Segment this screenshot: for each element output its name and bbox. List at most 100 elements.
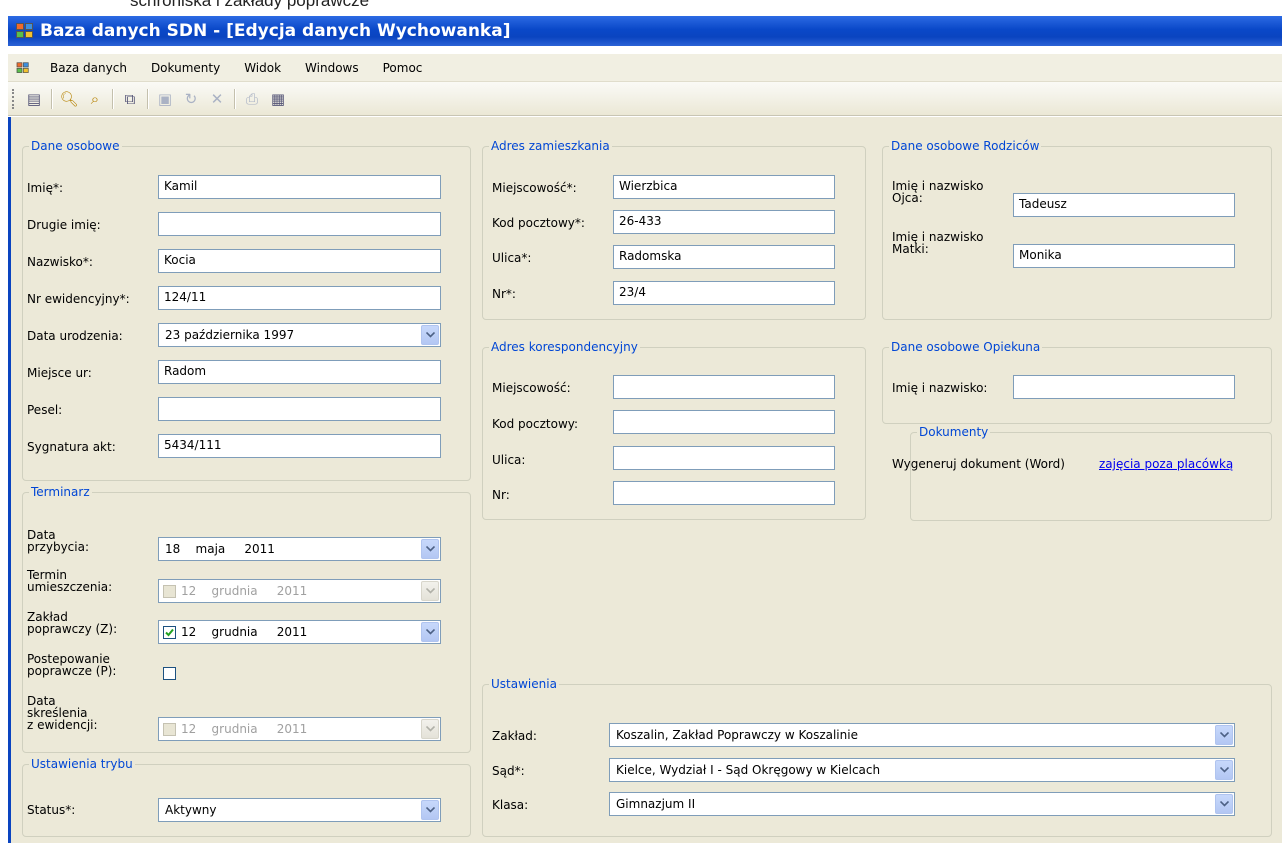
group-dokumenty: Dokumenty (910, 425, 1272, 521)
group-title: Adres korespondencyjny (491, 340, 638, 354)
day: 12 (181, 722, 197, 736)
menu-dokumenty[interactable]: Dokumenty (139, 61, 232, 75)
miejscowosc-field[interactable]: Wierzbica (613, 175, 835, 199)
chevron-down-icon[interactable] (421, 325, 439, 345)
toolbar-grip[interactable] (12, 88, 15, 109)
kor-miejscowosc-field[interactable] (613, 375, 835, 399)
group-title: Terminarz (31, 485, 90, 499)
nr-field[interactable]: 23/4 (613, 281, 835, 305)
menu-baza-danych[interactable]: Baza danych (38, 61, 139, 75)
label-data-przybycia: Data przybycia: (27, 528, 89, 554)
chevron-down-icon[interactable] (421, 581, 439, 601)
day: 12 (181, 625, 197, 639)
menu-pomoc[interactable]: Pomoc (371, 61, 435, 75)
status-value: Aktywny (165, 803, 217, 817)
label-nr: Nr*: (492, 287, 516, 301)
label-nr-ewidencyjny: Nr ewidencyjny*: (27, 292, 130, 306)
pesel-field[interactable] (158, 397, 441, 421)
find-next-icon[interactable]: ⌕ (84, 88, 106, 110)
label-sad: Sąd*: (492, 764, 525, 778)
dokumenty-text: Wygeneruj dokument (Word) (892, 457, 1065, 471)
label-ulica: Ulica*: (492, 251, 532, 265)
zajecia-link[interactable]: zajęcia poza placówką (1099, 457, 1233, 471)
chevron-down-icon[interactable] (1215, 725, 1233, 745)
ulica-field[interactable]: Radomska (613, 245, 835, 269)
group-title: Ustawienia trybu (31, 757, 133, 771)
label-miejscowosc: Miejscowość: (492, 381, 571, 395)
chevron-down-icon[interactable] (421, 800, 439, 820)
year: 2011 (276, 584, 308, 598)
status-select[interactable]: Aktywny (158, 798, 441, 822)
group-ustawienia-trybu: Ustawienia trybu (22, 757, 471, 837)
sad-select[interactable]: Kielce, Wydział I - Sąd Okręgowy w Kielc… (609, 758, 1235, 782)
termin-umieszczenia-checkbox[interactable] (163, 585, 176, 598)
nr-ewidencyjny-field[interactable]: 124/11 (158, 286, 441, 310)
group-title: Ustawienia (491, 677, 557, 691)
year: 2011 (276, 722, 308, 736)
klasa-select[interactable]: Gimnazjum II (609, 792, 1235, 816)
label-sygnatura: Sygnatura akt: (27, 440, 116, 454)
label-postepowanie: Postepowanie poprawcze (P): (27, 652, 117, 678)
save-icon[interactable]: ▣ (154, 88, 176, 110)
opiekun-field[interactable] (1013, 375, 1235, 399)
year: 2011 (276, 625, 308, 639)
day: 18 (165, 542, 181, 556)
app-icon (16, 23, 34, 39)
group-title: Adres zamieszkania (491, 139, 610, 153)
day: 12 (181, 584, 197, 598)
zaklad-value: Koszalin, Zakład Poprawczy w Koszalinie (616, 728, 858, 742)
label-miejscowosc: Miejscowość*: (492, 181, 577, 195)
group-title: Dane osobowe Opiekuna (891, 340, 1041, 354)
caption-fragment: schroniska i zakłady poprawcze (130, 0, 370, 10)
toolbar: ▤ 🔍︎ ⌕ ⧉ ▣ ↻ ✕ ⎙ ▦ (8, 82, 1282, 116)
label-drugie-imie: Drugie imię: (27, 218, 101, 232)
ojciec-field[interactable]: Tadeusz (1013, 193, 1235, 217)
zaklad-poprawczy-picker[interactable]: 12 grudnia 2011 (158, 620, 441, 644)
chevron-down-icon[interactable] (421, 622, 439, 642)
kor-ulica-field[interactable] (613, 446, 835, 470)
nazwisko-field[interactable]: Kocia (158, 249, 441, 273)
print-icon[interactable]: ⎙ (241, 88, 263, 110)
delete-icon[interactable]: ✕ (206, 88, 228, 110)
data-przybycia-picker[interactable]: 18 maja 2011 (158, 537, 441, 561)
mdi-child-icon[interactable] (16, 61, 30, 73)
imie-field[interactable]: Kamil (158, 175, 441, 199)
label-ojciec: Imię i nazwisko Ojca: (892, 179, 984, 205)
find-icon[interactable]: 🔍︎ (58, 88, 80, 110)
new-icon[interactable]: ▤ (23, 88, 45, 110)
chevron-down-icon[interactable] (421, 539, 439, 559)
group-title: Dane osobowe Rodziców (891, 139, 1040, 153)
miejsce-ur-field[interactable]: Radom (158, 360, 441, 384)
matka-field[interactable]: Monika (1013, 244, 1235, 268)
toolbar-separator (147, 88, 148, 109)
month: grudnia (211, 584, 258, 598)
menu-windows[interactable]: Windows (293, 61, 371, 75)
termin-umieszczenia-picker[interactable]: 12 grudnia 2011 (158, 579, 441, 603)
toolbar-separator (51, 88, 52, 109)
label-data-skreslenia: Data skreślenia z ewidencji: (27, 694, 98, 732)
zaklad-select[interactable]: Koszalin, Zakład Poprawczy w Koszalinie (609, 723, 1235, 747)
month: grudnia (211, 625, 258, 639)
label-zaklad-poprawczy: Zakład poprawczy (Z): (27, 610, 118, 636)
copy-icon[interactable]: ⧉ (119, 88, 141, 110)
data-skreslenia-checkbox[interactable] (163, 723, 176, 736)
postepowanie-checkbox[interactable] (163, 667, 176, 680)
sygnatura-field[interactable]: 5434/111 (158, 434, 441, 458)
zaklad-poprawczy-checkbox[interactable] (163, 626, 176, 639)
drugie-imie-field[interactable] (158, 212, 441, 236)
word-icon[interactable]: ▦ (267, 88, 289, 110)
undo-icon[interactable]: ↻ (180, 88, 202, 110)
data-urodzenia-picker[interactable]: 23 października 1997 (158, 323, 441, 347)
data-skreslenia-picker[interactable]: 12 grudnia 2011 (158, 717, 441, 741)
label-klasa: Klasa: (492, 798, 529, 812)
chevron-down-icon[interactable] (1215, 794, 1233, 814)
menu-widok[interactable]: Widok (232, 61, 293, 75)
chevron-down-icon[interactable] (1215, 760, 1233, 780)
menu-bar: Baza danych Dokumenty Widok Windows Pomo… (8, 54, 1282, 82)
month: grudnia (211, 722, 258, 736)
kod-pocztowy-field[interactable]: 26-433 (613, 210, 835, 234)
chevron-down-icon[interactable] (421, 719, 439, 739)
label-kod-pocztowy: Kod pocztowy: (492, 417, 579, 431)
kor-kod-pocztowy-field[interactable] (613, 410, 835, 434)
kor-nr-field[interactable] (613, 481, 835, 505)
